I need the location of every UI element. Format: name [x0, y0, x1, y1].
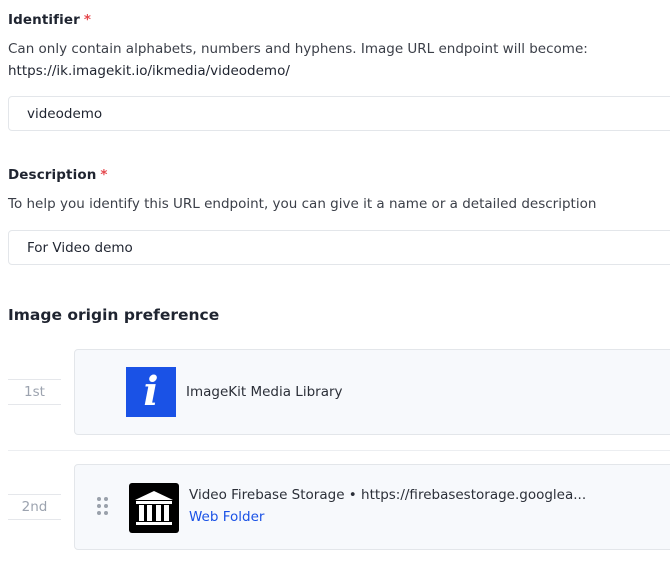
origin-type-link[interactable]: Web Folder [189, 509, 264, 525]
required-asterisk: * [83, 12, 92, 28]
identifier-label: Identifier * [8, 12, 91, 28]
identifier-label-text: Identifier [8, 12, 80, 28]
origin-preference-title: Image origin preference [8, 306, 220, 324]
drag-handle-icon[interactable] [97, 497, 111, 515]
imagekit-logo-icon: i [126, 367, 176, 417]
identifier-help-text: Can only contain alphabets, numbers and … [8, 41, 588, 57]
origin-rank-1: 1st [8, 379, 61, 405]
description-label-text: Description [8, 167, 97, 183]
endpoint-url: https://ik.imagekit.io/ikmedia/videodemo… [8, 63, 290, 79]
origin-rank-2: 2nd [8, 494, 61, 520]
description-label: Description * [8, 167, 108, 183]
description-input[interactable] [8, 230, 670, 265]
web-folder-building-icon [129, 483, 179, 533]
identifier-help: Can only contain alphabets, numbers and … [8, 38, 588, 82]
origin-name-1: ImageKit Media Library [186, 384, 343, 400]
description-help: To help you identify this URL endpoint, … [8, 196, 597, 212]
origin-name-2: Video Firebase Storage • https://firebas… [189, 487, 587, 503]
origin-divider [8, 450, 670, 451]
origin-card-1[interactable]: i ImageKit Media Library [74, 349, 670, 435]
origin-card-2[interactable]: Video Firebase Storage • https://firebas… [74, 464, 670, 550]
identifier-input[interactable] [8, 96, 670, 131]
required-asterisk: * [100, 167, 108, 183]
